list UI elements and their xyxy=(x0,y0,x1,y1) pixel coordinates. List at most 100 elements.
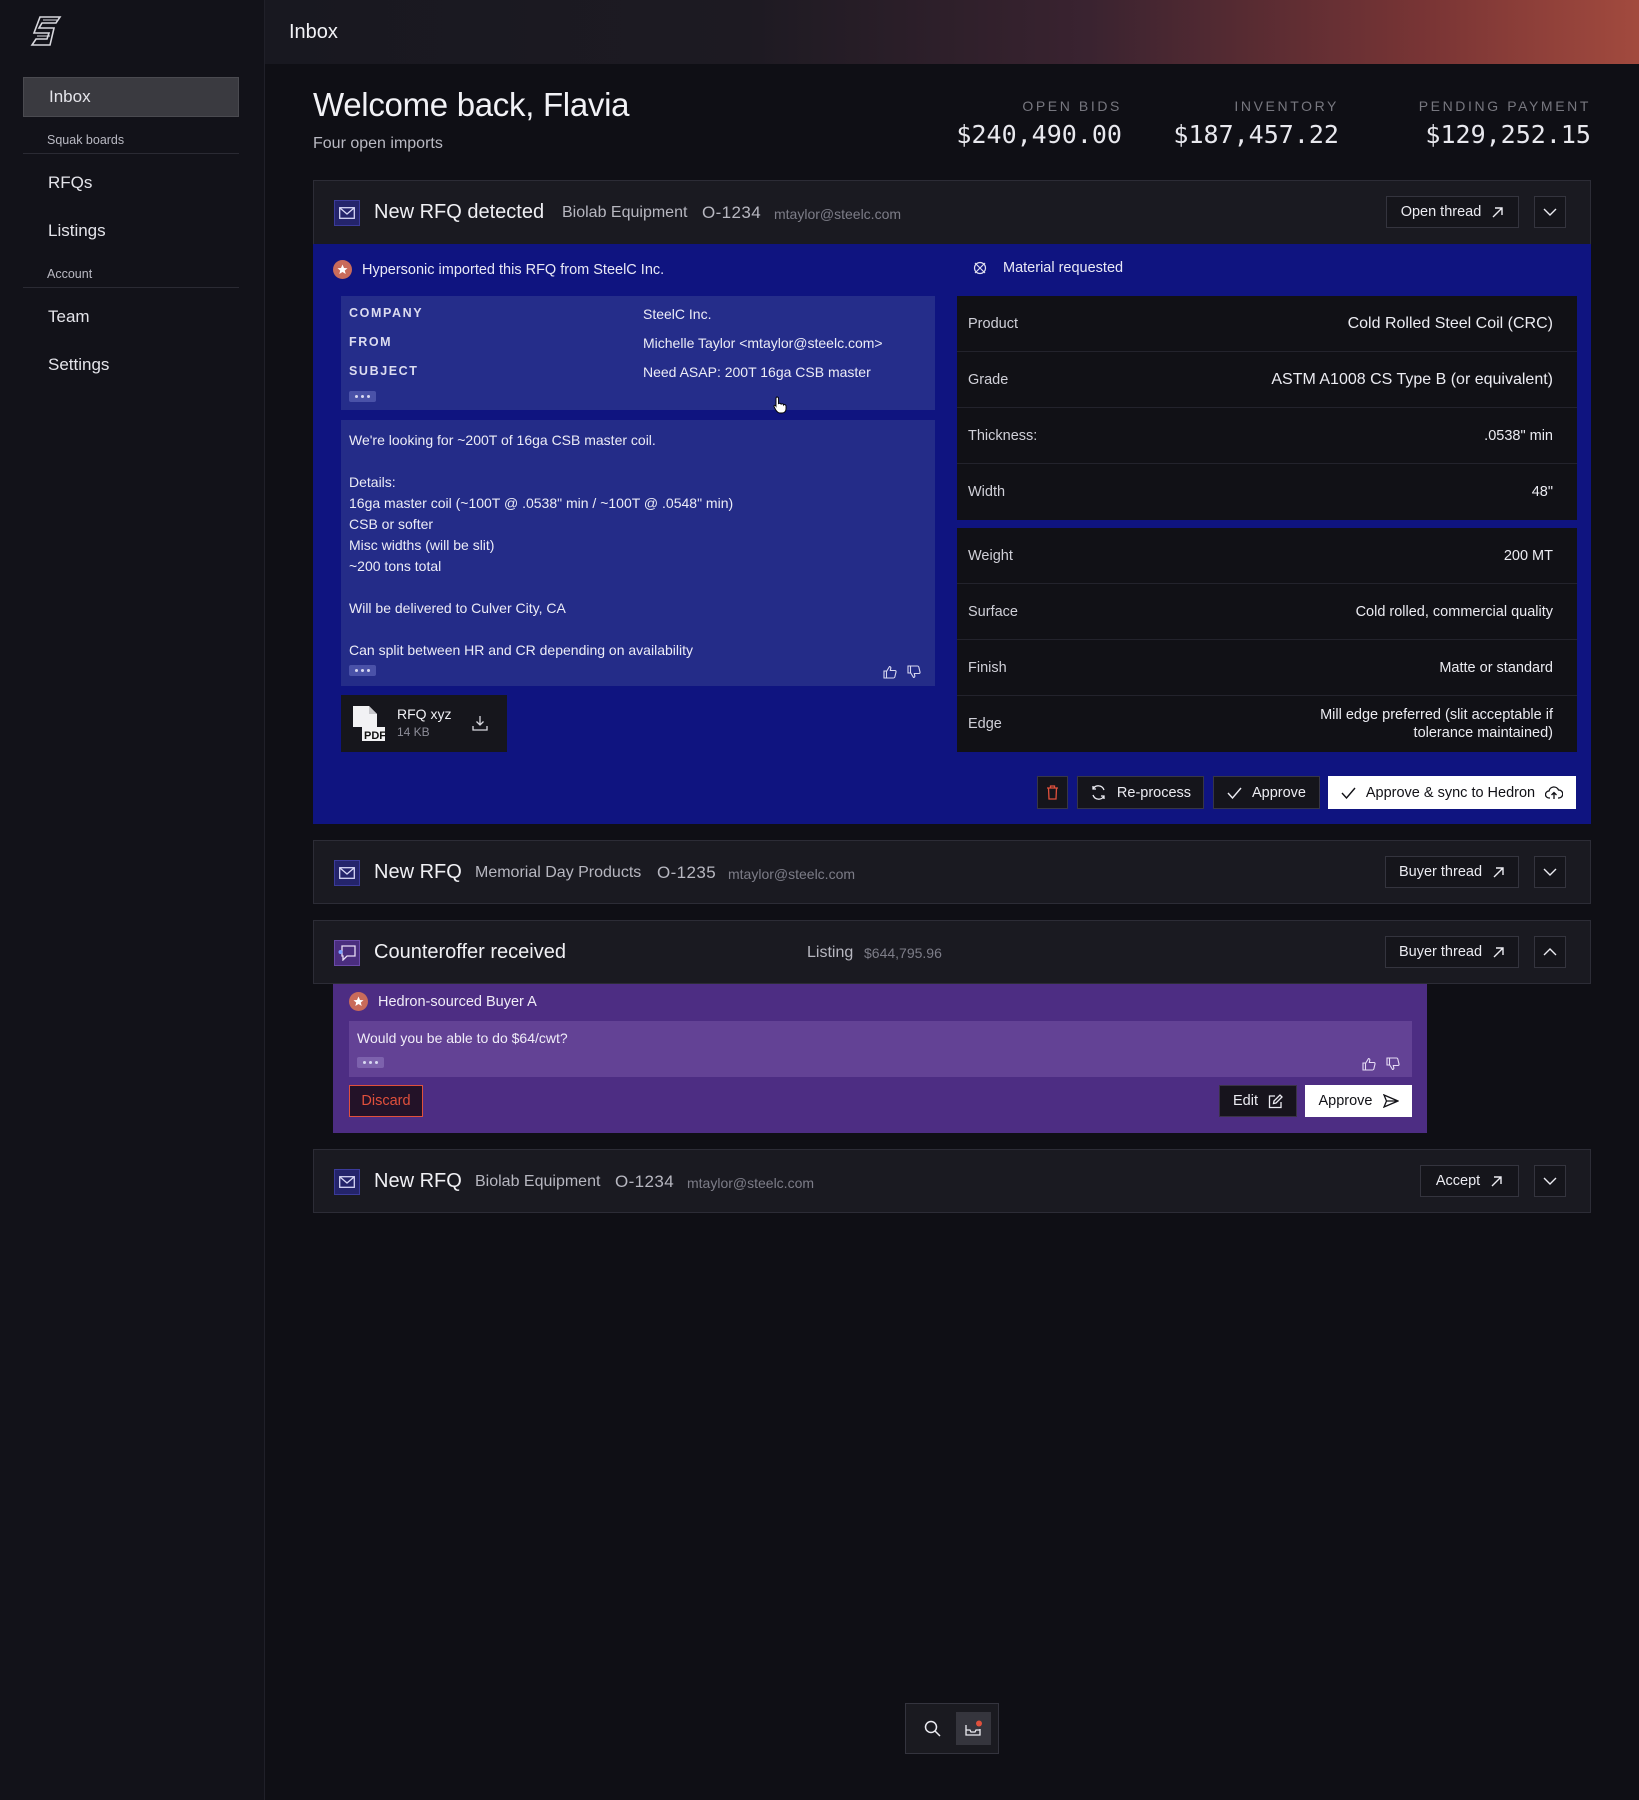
spec-value: 48" xyxy=(1531,484,1553,500)
spec-key: Weight xyxy=(968,547,1013,564)
card-header[interactable]: Counteroffer received Listing $644,795.9… xyxy=(314,921,1590,984)
thumbs-down-icon[interactable] xyxy=(1386,1057,1400,1071)
meta-row-from: FROM Michelle Taylor <mtaylor@steelc.com… xyxy=(349,335,883,351)
sidebar-item-team[interactable]: Team xyxy=(23,297,239,337)
spec-row-grade: Grade ASTM A1008 CS Type B (or equivalen… xyxy=(957,352,1577,408)
thumbs-up-icon[interactable] xyxy=(883,665,897,679)
expand-toggle-button[interactable] xyxy=(1534,1165,1566,1197)
button-label: Open thread xyxy=(1400,204,1482,220)
meta-value: SteelC Inc. xyxy=(643,306,712,322)
thumbs-up-icon[interactable] xyxy=(1362,1057,1376,1071)
spec-value: ASTM A1008 CS Type B (or equivalent) xyxy=(1271,370,1553,388)
sidebar-section-account: Account xyxy=(23,267,239,288)
stat-value: $187,457.22 xyxy=(1173,120,1339,149)
sidebar-item-settings[interactable]: Settings xyxy=(23,345,239,385)
listing-amount: $644,795.96 xyxy=(864,945,942,961)
meta-key: COMPANY xyxy=(349,306,424,320)
card-header[interactable]: New RFQ Biolab Equipment O-1234 mtaylor@… xyxy=(314,1150,1590,1213)
sidebar-item-label: Team xyxy=(48,307,90,326)
search-icon xyxy=(924,1720,941,1737)
expand-message-button[interactable] xyxy=(357,1057,384,1068)
button-label: Re-process xyxy=(1116,784,1192,801)
thumbs-down-icon[interactable] xyxy=(907,665,921,679)
message-line xyxy=(349,619,927,640)
import-notice-text: Hypersonic imported this RFQ from SteelC… xyxy=(362,261,665,278)
spec-key: Surface xyxy=(968,603,1018,620)
buyer-thread-button[interactable]: Buyer thread xyxy=(1385,856,1519,888)
sidebar-item-inbox[interactable]: Inbox xyxy=(23,77,239,117)
card-order-id: O-1234 xyxy=(615,1172,675,1191)
discard-button[interactable]: Discard xyxy=(349,1085,423,1117)
collapse-toggle-button[interactable] xyxy=(1534,196,1566,228)
check-icon xyxy=(1341,787,1356,799)
rfq-detail-panel: Hypersonic imported this RFQ from SteelC… xyxy=(313,244,1591,824)
dock-search-button[interactable] xyxy=(916,1712,949,1745)
approve-sync-hedron-button[interactable]: Approve & sync to Hedron xyxy=(1328,776,1576,809)
spec-key: Edge xyxy=(968,716,1002,732)
app-logo-icon[interactable] xyxy=(30,14,64,48)
message-line: Will be delivered to Culver City, CA xyxy=(349,600,566,616)
open-thread-button[interactable]: Open thread xyxy=(1386,196,1519,228)
stat-pending-payment: PENDING PAYMENT $129,252.15 xyxy=(1419,98,1591,149)
attachment-size: 14 KB xyxy=(397,725,430,739)
material-requested-heading: Material requested xyxy=(973,260,1123,276)
reprocess-button[interactable]: Re-process xyxy=(1077,776,1204,809)
sidebar-item-rfqs[interactable]: RFQs xyxy=(23,163,239,203)
message-line: CSB or softer xyxy=(349,516,434,532)
edit-icon xyxy=(1268,1093,1283,1108)
arrow-up-right-icon xyxy=(1492,206,1504,217)
sidebar-item-listings[interactable]: Listings xyxy=(23,211,239,251)
attachment-rfq-pdf[interactable]: PDF RFQ xyz 14 KB xyxy=(341,695,507,752)
card-order-id: O-1234 xyxy=(702,203,762,222)
rfq-card-memorial-day: New RFQ Memorial Day Products O-1235 mta… xyxy=(313,840,1591,904)
edit-button[interactable]: Edit xyxy=(1219,1085,1297,1117)
button-label: Edit xyxy=(1233,1093,1258,1109)
expand-meta-button[interactable] xyxy=(349,391,376,402)
chevron-down-icon xyxy=(1543,868,1557,876)
meta-key: SUBJECT xyxy=(349,364,419,378)
listing-label: Listing xyxy=(807,944,854,961)
stat-open-bids: OPEN BIDS $240,490.00 xyxy=(956,98,1122,149)
counteroffer-panel: Hedron-sourced Buyer A Would you be able… xyxy=(333,984,1427,1133)
spec-value: Cold Rolled Steel Coil (CRC) xyxy=(1347,314,1553,332)
buyer-thread-button[interactable]: Buyer thread xyxy=(1385,936,1519,968)
send-icon xyxy=(1382,1094,1399,1108)
counteroffer-card: Counteroffer received Listing $644,795.9… xyxy=(313,920,1591,984)
material-heading-text: Material requested xyxy=(1003,260,1124,276)
message-line xyxy=(349,577,927,598)
card-title: Counteroffer received xyxy=(374,941,566,963)
sidebar: Inbox Squak boards RFQs Listings Account… xyxy=(0,0,265,1800)
approve-send-button[interactable]: Approve xyxy=(1305,1085,1412,1117)
sidebar-item-label: Settings xyxy=(48,355,110,374)
card-header[interactable]: New RFQ detected Biolab Equipment O-1234… xyxy=(314,181,1590,244)
collapse-toggle-button[interactable] xyxy=(1534,936,1566,968)
expand-message-button[interactable] xyxy=(349,665,376,676)
card-order-id: O-1235 xyxy=(657,863,717,882)
button-label: Accept xyxy=(1435,1173,1481,1189)
stat-inventory: INVENTORY $187,457.22 xyxy=(1173,98,1339,149)
expand-toggle-button[interactable] xyxy=(1534,856,1566,888)
approve-button[interactable]: Approve xyxy=(1213,776,1320,809)
spec-row-finish: Finish Matte or standard xyxy=(957,640,1577,696)
sidebar-section-boards: Squak boards xyxy=(23,133,239,154)
spec-row-surface: Surface Cold rolled, commercial quality xyxy=(957,584,1577,640)
email-meta: COMPANY SteelC Inc. FROM Michelle Taylor… xyxy=(341,296,935,410)
spec-table-secondary: Weight 200 MT Surface Cold rolled, comme… xyxy=(957,528,1577,752)
card-email: mtaylor@steelc.com xyxy=(774,206,902,222)
delete-button[interactable] xyxy=(1037,776,1068,809)
spec-key: Product xyxy=(968,315,1018,332)
button-label: Approve xyxy=(1318,1093,1373,1109)
dock-inbox-button[interactable] xyxy=(956,1712,991,1745)
top-bar: Inbox xyxy=(265,0,1639,64)
welcome-subtitle: Four open imports xyxy=(313,135,443,152)
accept-button[interactable]: Accept xyxy=(1420,1165,1519,1197)
card-header[interactable]: New RFQ Memorial Day Products O-1235 mta… xyxy=(314,841,1590,904)
sidebar-item-label: Listings xyxy=(48,221,106,240)
chevron-up-icon xyxy=(1543,948,1557,956)
chat-icon xyxy=(334,940,360,966)
card-company: Memorial Day Products xyxy=(475,864,642,881)
inbox-icon xyxy=(965,1720,982,1736)
buyer-source: Hedron-sourced Buyer A xyxy=(349,992,537,1011)
spec-value: 200 MT xyxy=(1503,547,1553,564)
download-icon[interactable] xyxy=(472,715,488,731)
